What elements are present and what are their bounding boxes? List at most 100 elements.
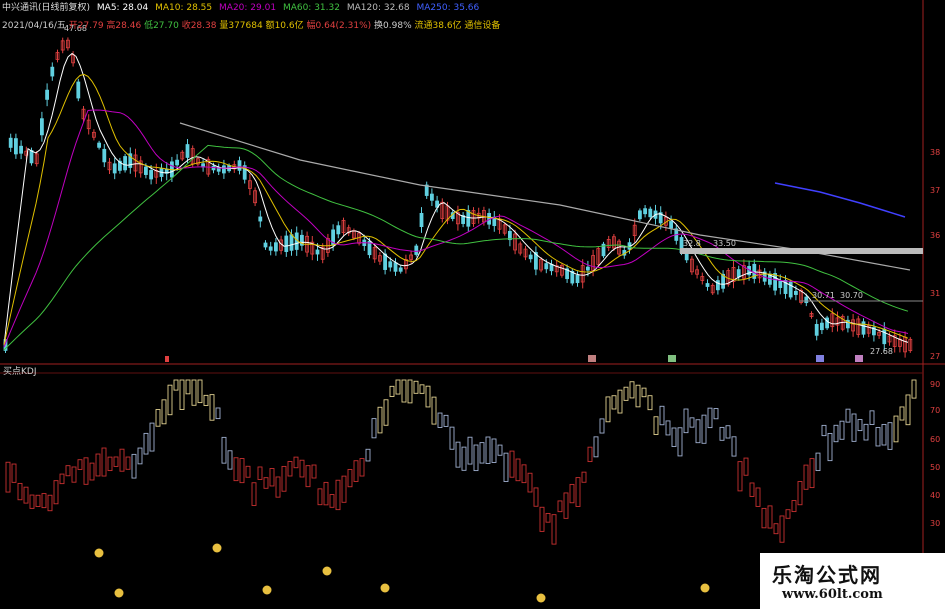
- kdj-bar: [233, 457, 239, 482]
- candlestick-series: [3, 37, 913, 358]
- kdj-bar: [77, 459, 83, 470]
- ma120-line: [179, 122, 911, 271]
- candle-body: [648, 208, 653, 218]
- kdj-bar: [167, 384, 173, 416]
- candle-body: [40, 118, 44, 136]
- ma250-line: [774, 182, 906, 218]
- ma120-value: MA120: 32.68: [346, 3, 410, 13]
- kdj-bar: [275, 476, 281, 498]
- kdj-bar: [317, 488, 323, 506]
- kdj-bar: [533, 487, 539, 507]
- candle-body: [586, 266, 590, 271]
- kdj-bar: [221, 436, 227, 464]
- kdj-bar: [707, 407, 713, 429]
- kdj-bar: [239, 458, 245, 484]
- candle-body: [273, 242, 278, 252]
- kdj-bar: [365, 448, 371, 462]
- smiley-icon: [322, 566, 332, 576]
- kdj-bar: [143, 432, 149, 455]
- kdj-bar: [137, 447, 143, 465]
- stock-chart[interactable]: 47.68 32.8 33.50 30.71 30.70 27.68 38 37…: [0, 0, 945, 609]
- smiley-icon: [262, 585, 272, 595]
- kdj-bar: [59, 473, 65, 485]
- kdj-bar: [443, 414, 449, 427]
- ma20-value: MA20: 29.01: [219, 3, 277, 13]
- kdj-bar: [815, 452, 821, 472]
- candle-body: [102, 148, 107, 163]
- kdj-bar: [683, 408, 689, 434]
- kdj-bar: [647, 395, 653, 411]
- candle-body: [258, 216, 263, 222]
- kdj-bar: [845, 408, 851, 423]
- kdj-bar: [83, 457, 89, 485]
- kdj-bar: [341, 475, 347, 503]
- kdj-bar: [377, 406, 383, 434]
- candle-body: [643, 208, 647, 215]
- kdj-bar: [89, 462, 95, 481]
- kdj-bar: [551, 514, 557, 545]
- moving-average-lines: [3, 52, 911, 351]
- event-marker: [165, 356, 169, 362]
- candle-body: [13, 138, 18, 155]
- kdj-bar: [545, 512, 551, 523]
- ma-line: [3, 73, 909, 346]
- kdj-bar: [383, 399, 389, 426]
- kdj-bar: [797, 481, 803, 506]
- kdj-bar: [905, 394, 911, 426]
- high: 高28.46: [106, 21, 142, 31]
- kdj-title: 买点KDJ: [3, 367, 37, 377]
- kdj-bar: [185, 379, 191, 395]
- kdj-bar: [401, 379, 407, 403]
- candle-body: [284, 235, 289, 252]
- axis-label: 27: [930, 352, 940, 361]
- kdj-bar: [665, 420, 671, 436]
- candle-body: [221, 165, 226, 174]
- kdj-bar: [635, 384, 641, 408]
- float: 流通38.6亿: [414, 21, 462, 31]
- kdj-bar: [467, 436, 473, 465]
- kdj-bar: [791, 500, 797, 513]
- level2-label: 30.70: [840, 291, 863, 300]
- kdj-bar: [617, 389, 623, 414]
- low: 低27.70: [144, 21, 179, 31]
- kdj-bar: [47, 494, 53, 512]
- kdj-bar: [737, 461, 743, 492]
- candle-body: [185, 144, 190, 158]
- kdj-bar: [563, 492, 569, 519]
- kdj-bar: [839, 420, 845, 440]
- kdj-bar: [215, 407, 221, 420]
- kdj-bar: [725, 425, 731, 439]
- kdj-bar: [527, 472, 533, 493]
- close: 收28.38: [181, 21, 217, 31]
- level2-prefix: 30.71: [812, 291, 835, 300]
- smiley-icon: [380, 583, 390, 593]
- axis-label: 38: [930, 148, 940, 157]
- stock-name: 中兴通讯(日线前复权): [2, 3, 91, 13]
- candle-body: [778, 280, 783, 288]
- kdj-bar: [191, 379, 197, 406]
- kdj-bar: [161, 399, 167, 425]
- kdj-axis-label: 60: [930, 435, 940, 444]
- candle-body: [123, 156, 127, 171]
- kdj-bar: [149, 422, 155, 452]
- kdj-bar: [779, 515, 785, 543]
- kdj-bar: [713, 408, 719, 420]
- level1-label: 33.50: [713, 239, 736, 248]
- kdj-bar: [107, 456, 113, 472]
- ma60-value: MA60: 31.32: [282, 3, 340, 13]
- kdj-bar: [755, 487, 761, 507]
- kdj-bar: [671, 427, 677, 447]
- kdj-bar: [803, 464, 809, 490]
- candle-body: [393, 262, 398, 272]
- kdj-bar: [371, 418, 377, 439]
- kdj-bar: [491, 438, 497, 463]
- candle-body: [705, 283, 710, 287]
- kdj-bar: [113, 456, 119, 467]
- watermark-url: www.60lt.com: [782, 587, 883, 602]
- candle-body: [804, 296, 809, 304]
- kdj-bar: [911, 379, 917, 399]
- candle-body: [419, 213, 424, 227]
- kdj-bar: [773, 523, 779, 535]
- candle-body: [175, 159, 180, 166]
- candle-body: [45, 89, 49, 100]
